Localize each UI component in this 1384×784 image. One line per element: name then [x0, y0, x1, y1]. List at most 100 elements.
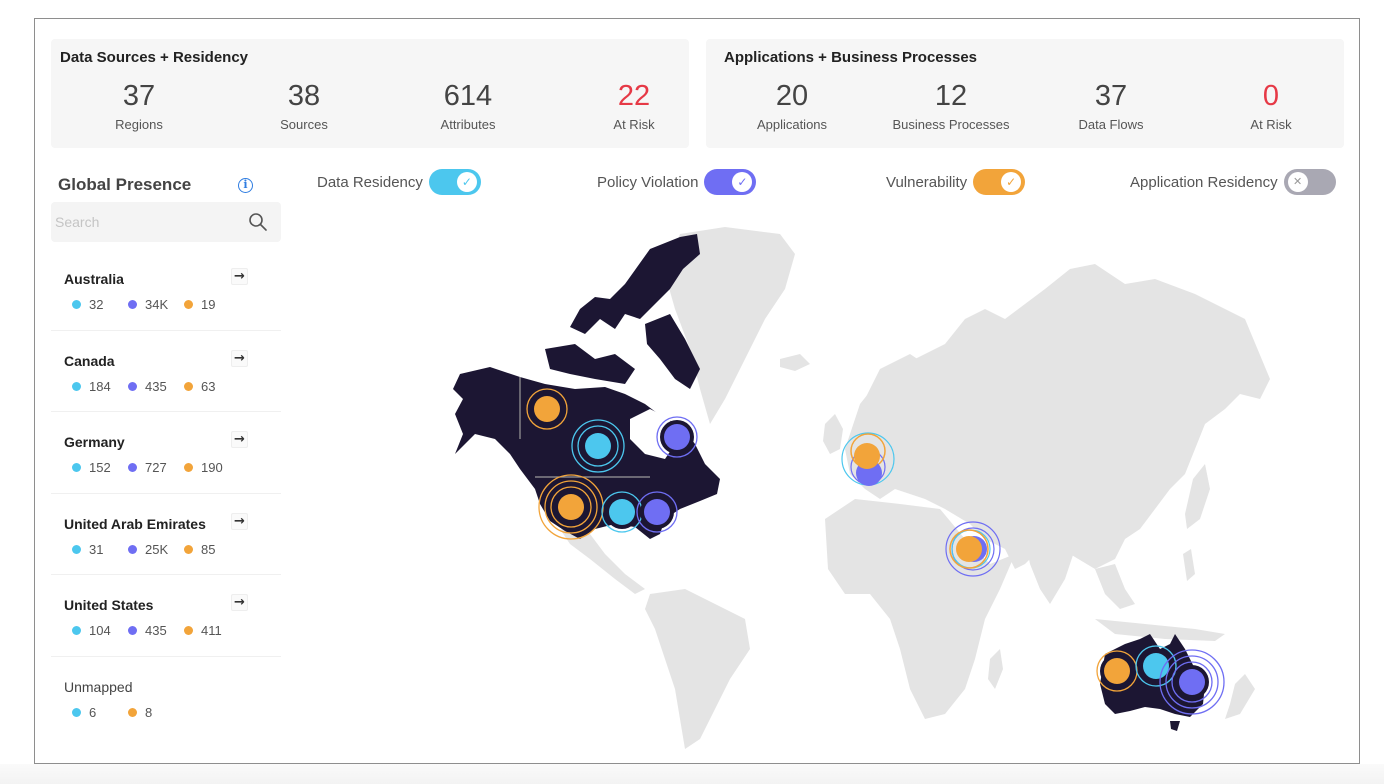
metric-value: 104: [89, 623, 111, 638]
country-item-uae[interactable]: United Arab Emirates → 31 25K 85: [51, 494, 281, 575]
vulnerability-dot-icon: [184, 381, 193, 391]
country-item-united-states[interactable]: United States → 104 435 411: [51, 575, 281, 657]
land-japan: [1185, 464, 1210, 529]
stat-business-processes[interactable]: 12 Business Processes: [876, 79, 1026, 132]
metric-value: 25K: [145, 541, 169, 557]
country-item-germany[interactable]: Germany → 152 727 190: [51, 412, 281, 494]
marker-dot-vulnerability: [854, 443, 880, 469]
marker-dot-policy: [644, 499, 670, 525]
metric-policy: 435: [128, 623, 184, 638]
metric-value: 85: [201, 541, 216, 557]
x-icon: ✕: [1287, 172, 1308, 192]
marker-dot-vulnerability: [956, 536, 982, 562]
data-sources-card: Data Sources + Residency 37 Regions 38 S…: [51, 39, 689, 148]
vulnerability-dot-icon: [184, 626, 193, 635]
marker-australia-west[interactable]: [1096, 650, 1138, 692]
stat-label: Sources: [280, 117, 328, 132]
marker-dot-residency: [1143, 653, 1169, 679]
stat-value: 12: [934, 80, 968, 112]
land-south-america: [645, 589, 750, 749]
metric-policy: 25K: [128, 542, 184, 557]
stat-regions[interactable]: 37 Regions: [64, 79, 214, 132]
vulnerability-dot-icon: [184, 463, 193, 472]
page-bottom-shade: [0, 764, 1384, 784]
policy-dot-icon: [128, 381, 137, 391]
land-canada-islands: [545, 344, 635, 384]
application-residency-switch[interactable]: ✕: [1283, 169, 1336, 195]
arrow-right-icon[interactable]: →: [231, 512, 248, 530]
marker-dot-residency: [585, 433, 611, 459]
country-name: Canada: [64, 352, 115, 369]
toggle-policy-violation: Policy Violation ✓: [597, 169, 757, 195]
policy-violation-switch[interactable]: ✓: [704, 169, 757, 195]
marker-us-east[interactable]: [636, 491, 678, 533]
stat-at-risk[interactable]: 22 At Risk: [559, 79, 709, 132]
arrow-right-icon[interactable]: →: [231, 431, 248, 448]
land-iceland: [780, 354, 810, 371]
stat-at-risk[interactable]: 0 At Risk: [1196, 79, 1346, 132]
marker-canada-east[interactable]: [656, 416, 698, 458]
applications-title: Applications + Business Processes: [724, 49, 978, 66]
stat-value: 22: [617, 80, 651, 112]
stat-data-flows[interactable]: 37 Data Flows: [1036, 79, 1186, 132]
country-list: Australia → 32 34K 19 Canada → 184 435 6…: [51, 249, 281, 738]
metric-value: 184: [89, 378, 111, 394]
country-metrics: 31 25K 85: [72, 542, 240, 557]
stat-sources[interactable]: 38 Sources: [229, 79, 379, 132]
marker-australia-central[interactable]: [1135, 645, 1177, 687]
marker-canada-west[interactable]: [526, 388, 568, 430]
marker-dot-vulnerability: [1104, 658, 1130, 684]
search-input[interactable]: [55, 202, 235, 242]
policy-dot-icon: [128, 300, 137, 309]
country-item-canada[interactable]: Canada → 184 435 63: [51, 331, 281, 412]
metric-value: 435: [145, 623, 167, 638]
metric-vulnerability: 63: [184, 379, 240, 394]
arrow-right-icon[interactable]: →: [231, 268, 248, 285]
metric-value: 152: [89, 460, 111, 475]
stat-value: 0: [1262, 80, 1280, 112]
residency-dot-icon: [72, 544, 81, 554]
policy-dot-icon: [128, 544, 137, 554]
metric-value: 63: [201, 378, 216, 394]
arrow-right-icon[interactable]: →: [231, 594, 248, 611]
search-icon[interactable]: [248, 212, 268, 232]
data-residency-switch[interactable]: ✓: [428, 169, 481, 195]
metric-vulnerability: 190: [184, 460, 240, 475]
stat-applications[interactable]: 20 Applications: [717, 79, 867, 132]
stat-value: 20: [775, 80, 809, 112]
country-metrics: 152 727 190: [72, 460, 240, 475]
metric-residency: 31: [72, 542, 128, 557]
marker-us-central[interactable]: [601, 491, 643, 533]
country-name: United States: [64, 597, 154, 613]
metric-value: 727: [145, 460, 167, 475]
marker-dot-residency: [609, 499, 635, 525]
vulnerability-switch[interactable]: ✓: [973, 169, 1026, 195]
toggle-label: Vulnerability: [886, 173, 968, 191]
stat-label: At Risk: [613, 117, 655, 132]
metric-value: 34K: [145, 297, 169, 312]
stat-value: 614: [443, 80, 493, 112]
stat-attributes[interactable]: 614 Attributes: [393, 79, 543, 132]
marker-dot-vulnerability: [558, 494, 584, 520]
country-name: Australia: [64, 271, 124, 287]
metric-policy: 34K: [128, 297, 184, 312]
toggle-application-residency: Application Residency ✕: [1130, 169, 1336, 195]
vulnerability-dot-icon: [128, 707, 137, 717]
metric-residency: 152: [72, 460, 128, 475]
metric-residency: 184: [72, 379, 128, 394]
country-name: United Arab Emirates: [64, 515, 206, 532]
land-new-zealand: [1225, 674, 1255, 719]
country-name: Unmapped: [64, 678, 133, 695]
metric-residency: 6: [72, 705, 128, 720]
arrow-right-icon[interactable]: →: [231, 349, 248, 367]
metric-value: 190: [201, 460, 223, 475]
metric-policy: 435: [128, 379, 184, 394]
info-icon[interactable]: i: [238, 178, 253, 193]
world-map[interactable]: [325, 209, 1345, 759]
metric-residency: 104: [72, 623, 128, 638]
land-india: [1025, 534, 1075, 604]
toggle-data-residency: Data Residency ✓: [317, 169, 481, 195]
applications-card: Applications + Business Processes 20 App…: [706, 39, 1344, 148]
country-metrics: 32 34K 19: [72, 297, 240, 312]
country-item-australia[interactable]: Australia → 32 34K 19: [51, 249, 281, 331]
